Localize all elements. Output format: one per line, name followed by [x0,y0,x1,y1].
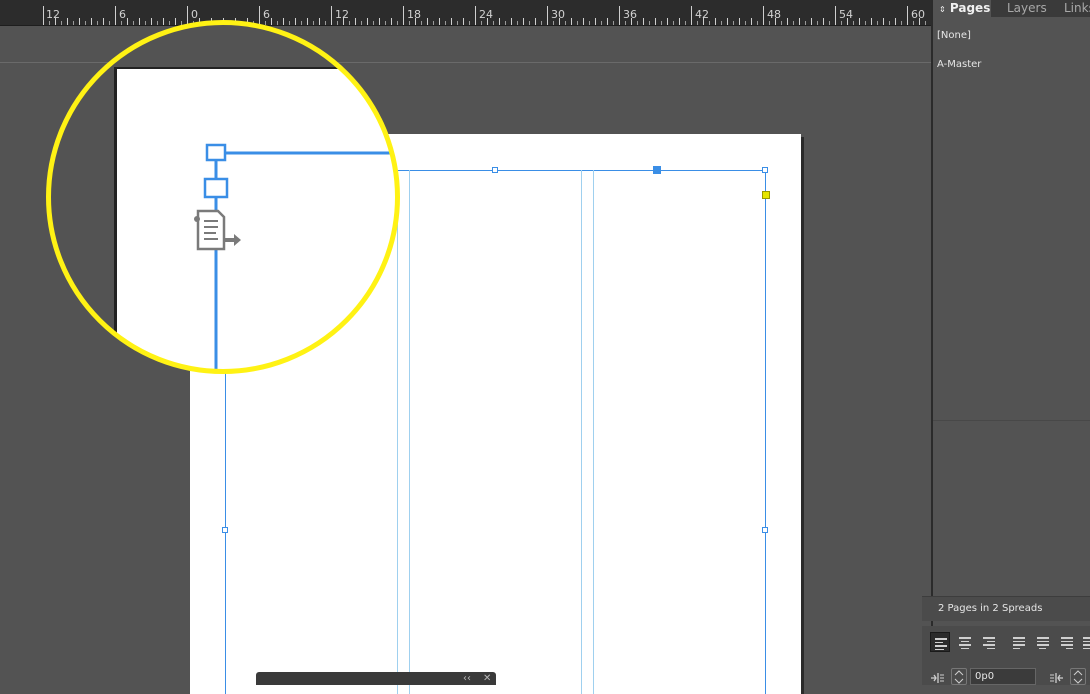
ruler-label: 12 [46,8,60,21]
zoomed-handle [205,143,227,162]
ruler-label: 60 [911,8,925,21]
panel-divider[interactable] [933,420,1090,421]
tab-layers[interactable]: Layers [1007,0,1047,17]
align-center-button[interactable] [955,632,975,652]
frame-handle-top-middle[interactable] [492,167,498,173]
ruler-label: 18 [407,8,421,21]
ruler-label: 0 [191,8,198,21]
justify-all-icon [1083,637,1090,651]
justify-left-icon [1013,637,1025,651]
text-threading-icon [194,209,241,251]
ruler-label: 48 [767,8,781,21]
close-icon[interactable]: ✕ [483,672,491,685]
collapse-icon[interactable]: ‹‹ [463,672,471,685]
tab-links[interactable]: Links [1064,0,1090,17]
align-left-button[interactable] [930,632,950,652]
align-right-icon [983,637,995,651]
ruler-label: 54 [839,8,853,21]
right-indent-icon [1050,670,1064,684]
align-right-button[interactable] [979,632,999,652]
paragraph-controls: 0p0 [922,626,1090,685]
frame-handle-top-right[interactable] [762,167,768,173]
ruler-label: 24 [479,8,493,21]
out-port-icon[interactable] [762,191,770,199]
frame-center-point[interactable] [653,166,661,174]
master-a[interactable]: A-Master [937,59,981,70]
pages-panel: ⇕ Pages Layers Links [None] A-Master [931,0,1090,685]
ruler-label: 6 [119,8,126,21]
in-port-icon [203,177,229,199]
justify-all-button[interactable] [1079,632,1090,652]
pages-status-bar: 2 Pages in 2 Spreads [922,596,1090,621]
tab-pages[interactable]: ⇕ Pages [933,0,991,17]
panel-tabs: ⇕ Pages Layers Links [933,0,1090,17]
ruler-label: 42 [695,8,709,21]
left-indent-icon [930,670,944,684]
zoomed-frame [203,143,398,372]
frame-handle-middle-right[interactable] [762,527,768,533]
justify-left-button[interactable] [1009,632,1029,652]
left-indent-field[interactable]: 0p0 [970,668,1036,685]
pages-count-text: 2 Pages in 2 Spreads [938,603,1043,614]
master-none[interactable]: [None] [937,30,971,41]
right-indent-stepper[interactable] [1070,668,1086,685]
justify-center-icon [1037,637,1049,651]
tab-layers-label: Layers [1007,1,1047,15]
sort-icon: ⇕ [939,5,946,14]
ruler-label: 36 [623,8,637,21]
tab-links-label: Links [1064,1,1090,15]
left-indent-stepper[interactable] [951,668,967,685]
justify-center-button[interactable] [1033,632,1053,652]
align-center-icon [959,637,971,651]
tab-pages-label: Pages [949,1,991,15]
ruler-label: 12 [335,8,349,21]
ruler-label: 6 [263,8,270,21]
align-left-icon [935,638,947,652]
collapsed-panel-bar[interactable]: ‹‹ ✕ [256,672,496,685]
frame-handle-middle-left[interactable] [222,527,228,533]
justify-right-icon [1061,637,1073,651]
justify-right-button[interactable] [1057,632,1077,652]
ruler-label: 30 [551,8,565,21]
zoom-callout [48,22,398,372]
